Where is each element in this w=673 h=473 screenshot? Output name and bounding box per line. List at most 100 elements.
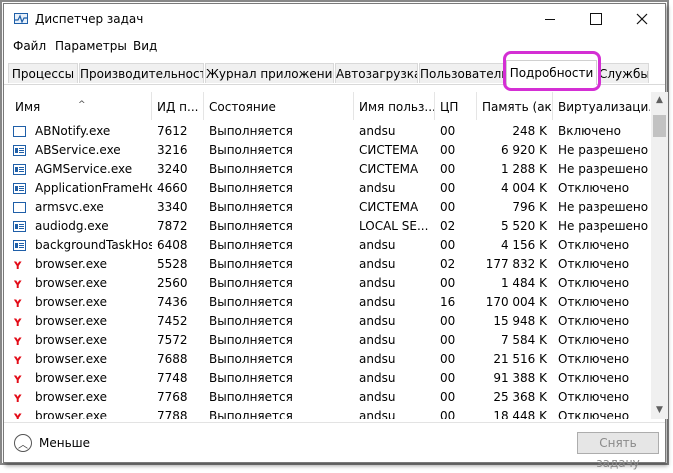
tab-app-history[interactable]: Журнал приложений <box>205 63 334 83</box>
table-row[interactable]: ApplicationFrameHo... 4660 Выполняется ands… <box>10 179 650 198</box>
tab-users[interactable]: Пользователи <box>419 63 505 83</box>
cell-pid: 7688 <box>157 352 188 366</box>
cell-mem: 91 388 K <box>493 371 547 385</box>
cell-mem: 4 156 K <box>500 238 547 252</box>
menu-bar: Файл Параметры Вид <box>4 35 665 57</box>
cell-state: Выполняется <box>209 276 293 290</box>
tab-performance[interactable]: Производительность <box>79 63 204 83</box>
tab-details[interactable]: Подробности <box>506 60 597 85</box>
cell-name: browser.exe <box>35 295 108 309</box>
cell-cpu: 00 <box>440 162 456 176</box>
cell-cpu: 00 <box>440 333 456 347</box>
table-row[interactable]: ʏ browser.exe 2560 Выполняется andsu 00 1 484 … <box>10 274 650 293</box>
cell-mem: 25 368 K <box>493 390 547 404</box>
cell-cpu: 00 <box>440 314 456 328</box>
cell-name: browser.exe <box>35 333 108 347</box>
cell-state: Выполняется <box>209 352 293 366</box>
table-row[interactable]: ʏ browser.exe 7788 Выполняется andsu 00 18 448… <box>10 407 650 419</box>
menu-view[interactable]: Вид <box>133 39 157 53</box>
cell-virt: Не разрешено <box>558 200 649 214</box>
cell-mem: 170 004 K <box>485 295 547 309</box>
cell-virt: Отключено <box>558 409 630 419</box>
col-memory[interactable]: Память (акт... <box>477 92 553 120</box>
cell-name: backgroundTaskHos... <box>35 238 152 252</box>
cell-name: browser.exe <box>35 409 108 419</box>
cell-state: Выполняется <box>209 143 293 157</box>
cell-cpu: 00 <box>440 143 456 157</box>
yandex-glyph: ʏ <box>13 334 23 349</box>
table-row[interactable]: AGMService.exe 3240 Выполняется СИСТЕМА 00 1 … <box>10 160 650 179</box>
scroll-thumb[interactable] <box>653 115 666 137</box>
close-button[interactable] <box>619 4 665 34</box>
fewer-details-button[interactable]: ︿ Меньше <box>14 433 90 453</box>
yandex-icon: ʏ <box>13 391 27 405</box>
service-icon-shape <box>13 240 26 251</box>
cell-mem: 796 K <box>512 200 547 214</box>
table-row[interactable]: armsvc.exe 3340 Выполняется СИСТЕМА 00 796 K Н… <box>10 198 650 217</box>
scroll-down-icon[interactable]: ▼ <box>651 402 668 419</box>
cell-name: browser.exe <box>35 371 108 385</box>
col-virtualization[interactable]: Виртуализаци... <box>553 92 650 120</box>
minimize-button[interactable] <box>527 4 573 34</box>
cell-virt: Отключено <box>558 333 630 347</box>
tab-startup[interactable]: Автозагрузка <box>335 63 418 83</box>
table-row[interactable]: ABService.exe 3216 Выполняется СИСТЕМА 00 6 9… <box>10 141 650 160</box>
cell-pid: 3340 <box>157 200 188 214</box>
cell-pid: 7572 <box>157 333 188 347</box>
cell-user: andsu <box>359 124 396 138</box>
tab-services[interactable]: Службы <box>598 63 649 83</box>
cell-pid: 7748 <box>157 371 188 385</box>
maximize-button[interactable] <box>573 4 619 34</box>
table-row[interactable]: ʏ browser.exe 7572 Выполняется andsu 00 7 584 … <box>10 331 650 350</box>
cell-user: LOCAL SE... <box>359 219 429 233</box>
table-row[interactable]: ʏ browser.exe 5528 Выполняется andsu 02 177 83… <box>10 255 650 274</box>
cell-name: ApplicationFrameHo... <box>35 181 152 195</box>
cell-mem: 7 584 K <box>500 333 547 347</box>
service-icon <box>13 239 27 252</box>
cell-virt: Включено <box>558 124 621 138</box>
vertical-scrollbar[interactable]: ▲ ▼ <box>651 92 668 419</box>
col-cpu[interactable]: ЦП <box>435 92 477 120</box>
window-icon <box>13 125 27 138</box>
service-icon <box>13 220 27 233</box>
cell-cpu: 00 <box>440 276 456 290</box>
yandex-glyph: ʏ <box>13 410 23 419</box>
cell-name: AGMService.exe <box>35 162 133 176</box>
cell-pid: 7452 <box>157 314 188 328</box>
menu-file[interactable]: Файл <box>13 39 46 53</box>
cell-cpu: 00 <box>440 409 456 419</box>
col-user[interactable]: Имя польз... <box>354 92 435 120</box>
table-row[interactable]: ʏ browser.exe 7768 Выполняется andsu 00 25 368… <box>10 388 650 407</box>
table-row[interactable]: audiodg.exe 7872 Выполняется LOCAL SE... 02 5… <box>10 217 650 236</box>
cell-name: browser.exe <box>35 352 108 366</box>
yandex-icon: ʏ <box>13 372 27 386</box>
cell-user: andsu <box>359 371 396 385</box>
end-task-button[interactable]: Снять задачу <box>577 432 659 470</box>
col-state[interactable]: Состояние <box>204 92 354 120</box>
cell-user: СИСТЕМА <box>359 200 419 214</box>
service-icon-shape <box>13 183 26 194</box>
service-icon-shape <box>13 145 26 156</box>
menu-options[interactable]: Параметры <box>55 39 127 53</box>
col-name[interactable]: Имя ^ <box>10 92 152 120</box>
cell-pid: 7612 <box>157 124 188 138</box>
table-row[interactable]: ʏ browser.exe 7688 Выполняется andsu 00 21 516… <box>10 350 650 369</box>
sort-asc-icon: ^ <box>78 100 86 110</box>
yandex-icon: ʏ <box>13 353 27 367</box>
scroll-up-icon[interactable]: ▲ <box>651 92 668 109</box>
table-row[interactable]: ABNotify.exe 7612 Выполняется andsu 00 248 K В… <box>10 122 650 141</box>
col-pid[interactable]: ИД п... <box>152 92 204 120</box>
table-row[interactable]: ʏ browser.exe 7748 Выполняется andsu 00 91 388… <box>10 369 650 388</box>
cell-user: andsu <box>359 276 396 290</box>
table-row[interactable]: ʏ browser.exe 7452 Выполняется andsu 00 15 948… <box>10 312 650 331</box>
table-header: Имя ^ ИД п... Состояние Имя польз... ЦП П… <box>10 92 650 120</box>
cell-state: Выполняется <box>209 295 293 309</box>
maximize-icon <box>590 13 602 25</box>
details-table: Имя ^ ИД п... Состояние Имя польз... ЦП П… <box>10 92 650 419</box>
cell-user: andsu <box>359 314 396 328</box>
table-row[interactable]: ʏ browser.exe 7436 Выполняется andsu 16 170 00… <box>10 293 650 312</box>
table-row[interactable]: backgroundTaskHos... 6408 Выполняется andsu… <box>10 236 650 255</box>
cell-pid: 3216 <box>157 143 188 157</box>
tab-processes[interactable]: Процессы <box>8 63 78 83</box>
cell-pid: 3240 <box>157 162 188 176</box>
